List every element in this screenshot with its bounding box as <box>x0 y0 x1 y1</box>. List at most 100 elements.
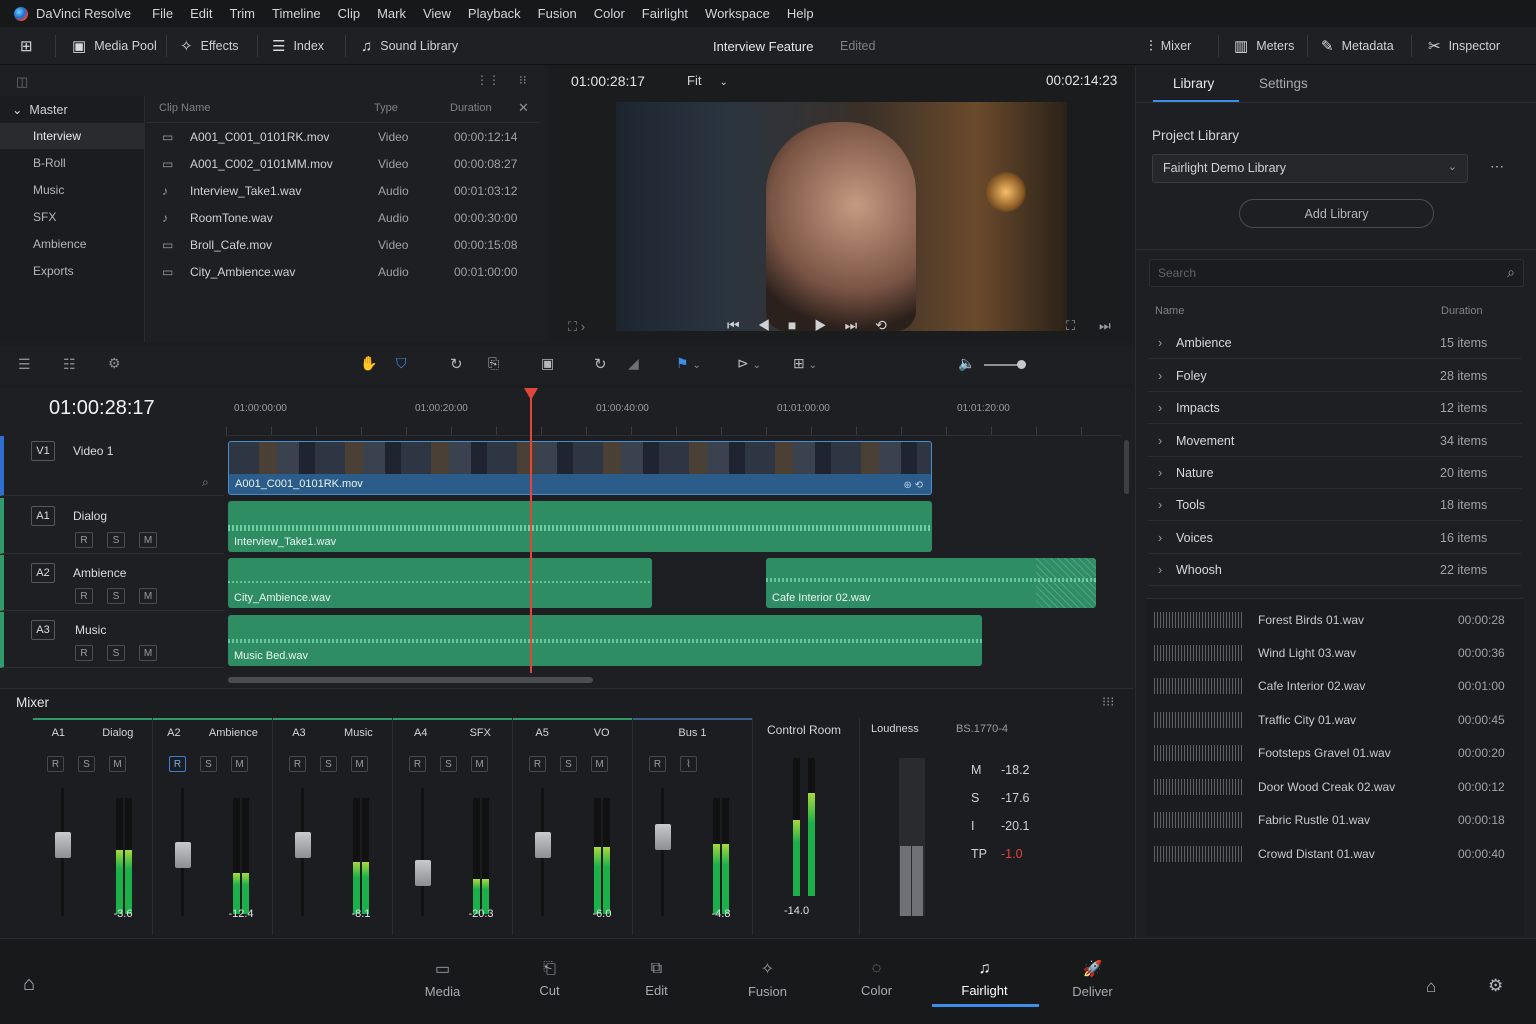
index-button[interactable]: ☰ Index <box>272 27 324 65</box>
loop-icon[interactable]: ⟲ <box>875 317 887 333</box>
sound-file-row[interactable]: Footsteps Gravel 01.wav 00:00:20 <box>1150 736 1525 769</box>
col-name[interactable]: Name <box>1155 305 1184 317</box>
sound-file-row[interactable]: Crowd Distant 01.wav 00:00:40 <box>1150 837 1525 870</box>
solo-button[interactable]: S <box>440 756 457 772</box>
record-arm-button[interactable]: R <box>75 588 93 604</box>
library-category[interactable]: › Nature 20 items <box>1148 457 1522 489</box>
fade-icon[interactable]: ◢ <box>628 355 639 372</box>
mute-button[interactable]: M <box>139 645 157 661</box>
link-icon[interactable]: ⎘ <box>488 355 499 372</box>
volume-fader[interactable] <box>295 832 311 858</box>
track-view-icon[interactable]: ☰ <box>18 356 31 373</box>
sound-library-button[interactable]: ♫ Sound Library <box>361 27 458 65</box>
mixer-button[interactable]: ⫶ Mixer <box>1149 27 1191 65</box>
sound-file-row[interactable]: Forest Birds 01.wav 00:00:28 <box>1150 603 1525 636</box>
record-arm-button[interactable]: R <box>529 756 546 772</box>
record-arm-button[interactable]: R <box>169 756 186 772</box>
page-fusion[interactable]: ✧ Fusion <box>715 950 820 1008</box>
library-category[interactable]: › Foley 28 items <box>1148 360 1522 392</box>
snapping-icon[interactable]: ⛉ <box>396 355 407 372</box>
video-clip[interactable]: A001_C001_0101RK.mov ⊛ ⟲ <box>228 441 932 495</box>
menu-fusion[interactable]: Fusion <box>538 6 577 21</box>
clip-row[interactable]: ♪ RoomTone.wav Audio 00:00:30:00 <box>146 204 540 231</box>
audio-clip-music[interactable]: Music Bed.wav <box>228 615 982 666</box>
mute-button[interactable]: M <box>139 588 157 604</box>
bin-item-interview[interactable]: Interview <box>33 129 81 143</box>
col-clip-name[interactable]: Clip Name <box>159 102 210 114</box>
record-arm-button[interactable]: R <box>75 645 93 661</box>
sound-file-row[interactable]: Traffic City 01.wav 00:00:45 <box>1150 703 1525 736</box>
audio-clip-dialog[interactable]: Interview_Take1.wav <box>228 501 932 552</box>
record-arm-button[interactable]: R <box>289 756 306 772</box>
solo-button[interactable]: S <box>78 756 95 772</box>
record-arm-button[interactable]: R <box>47 756 64 772</box>
sound-file-row[interactable]: Door Wood Creak 02.wav 00:00:12 <box>1150 770 1525 803</box>
library-category[interactable]: › Movement 34 items <box>1148 425 1522 457</box>
library-category[interactable]: › Voices 16 items <box>1148 522 1522 554</box>
menu-color[interactable]: Color <box>594 6 625 21</box>
page-color[interactable]: ◌ Color <box>824 950 929 1008</box>
timeline-ruler[interactable]: 01:00:00:00 01:00:20:00 01:00:40:00 01:0… <box>226 388 1121 436</box>
viewer-options-icon[interactable]: ⛶ › <box>568 319 585 335</box>
volume-fader[interactable] <box>55 832 71 858</box>
home-icon[interactable]: ⌂ <box>23 973 35 996</box>
loop-icon[interactable]: ↻ <box>450 355 463 373</box>
expand-panel-button[interactable]: ⊞ <box>20 27 41 65</box>
audio-clip-ambience[interactable]: City_Ambience.wav <box>228 558 652 608</box>
pointer-tool-icon[interactable]: ✋ <box>360 355 377 372</box>
bin-list-toggle-icon[interactable]: ◫ <box>16 74 28 90</box>
menu-help[interactable]: Help <box>787 6 814 21</box>
bin-item-sfx[interactable]: SFX <box>33 210 56 224</box>
bin-item-music[interactable]: Music <box>33 183 64 197</box>
menu-edit[interactable]: Edit <box>190 6 212 21</box>
step-back-icon[interactable]: ◀ <box>758 317 771 333</box>
library-category[interactable]: › Tools 18 items <box>1148 489 1522 521</box>
zoom-slider-knob[interactable] <box>1017 360 1026 369</box>
next-marker-icon[interactable]: ⏭ <box>1099 318 1111 334</box>
library-dropdown[interactable]: Fairlight Demo Library ⌄ <box>1152 154 1468 183</box>
grid-view-icon[interactable]: ⋮⋮ <box>476 73 500 87</box>
menu-timeline[interactable]: Timeline <box>272 6 321 21</box>
volume-icon[interactable]: 🔈 <box>958 355 975 372</box>
menu-file[interactable]: File <box>152 6 173 21</box>
menu-trim[interactable]: Trim <box>230 6 256 21</box>
bin-master[interactable]: ⌄ Master <box>12 102 68 117</box>
phase-icon[interactable]: ⌇ <box>680 756 697 772</box>
track-height-icon[interactable]: ☷ <box>63 356 76 373</box>
library-category[interactable]: › Whoosh 22 items <box>1148 554 1522 586</box>
mute-button[interactable]: M <box>231 756 248 772</box>
playhead-marker-icon[interactable] <box>524 388 538 400</box>
track-scrollbar[interactable] <box>1124 440 1129 494</box>
tab-settings[interactable]: Settings <box>1259 76 1308 91</box>
clip-row[interactable]: ▭ A001_C001_0101RK.mov Video 00:00:12:14 <box>146 123 540 150</box>
meters-button[interactable]: ▥ Meters <box>1234 27 1294 65</box>
metadata-button[interactable]: ✎ Metadata <box>1321 27 1394 65</box>
stop-icon[interactable]: ■ <box>788 317 796 333</box>
mute-button[interactable]: M <box>351 756 368 772</box>
menu-playback[interactable]: Playback <box>468 6 521 21</box>
page-deliver[interactable]: 🚀 Deliver <box>1040 950 1145 1008</box>
mute-button[interactable]: M <box>109 756 126 772</box>
solo-button[interactable]: S <box>107 532 125 548</box>
mute-button[interactable]: M <box>591 756 608 772</box>
page-fairlight[interactable]: ♫ Fairlight <box>932 950 1037 1008</box>
menu-mark[interactable]: Mark <box>377 6 406 21</box>
track-header-a1[interactable]: A1 Dialog R S M <box>0 498 224 554</box>
go-to-start-icon[interactable]: ⏮ <box>727 317 740 333</box>
close-icon[interactable]: ✕ <box>518 100 529 116</box>
volume-fader[interactable] <box>175 842 191 868</box>
search-icon[interactable]: ⌕ <box>202 475 209 490</box>
fade-out-handle[interactable] <box>1036 558 1096 608</box>
record-arm-button[interactable]: R <box>649 756 666 772</box>
menu-workspace[interactable]: Workspace <box>705 6 770 21</box>
library-category[interactable]: › Impacts 12 items <box>1148 392 1522 424</box>
zoom-dropdown[interactable]: Fit ⌄ <box>687 73 728 88</box>
volume-fader[interactable] <box>535 832 551 858</box>
audio-clip-cafe[interactable]: Cafe Interior 02.wav <box>766 558 1096 608</box>
auto-sync-icon[interactable]: ↻ <box>594 355 607 373</box>
library-category[interactable]: › Ambience 15 items <box>1148 327 1522 359</box>
flag-icon[interactable]: ⚑ ⌄ <box>676 355 701 372</box>
clip-row[interactable]: ▭ A001_C002_0101MM.mov Video 00:00:08:27 <box>146 150 540 177</box>
more-options-icon[interactable]: ⋯ <box>1490 158 1504 175</box>
bin-item-broll[interactable]: B-Roll <box>33 156 66 170</box>
